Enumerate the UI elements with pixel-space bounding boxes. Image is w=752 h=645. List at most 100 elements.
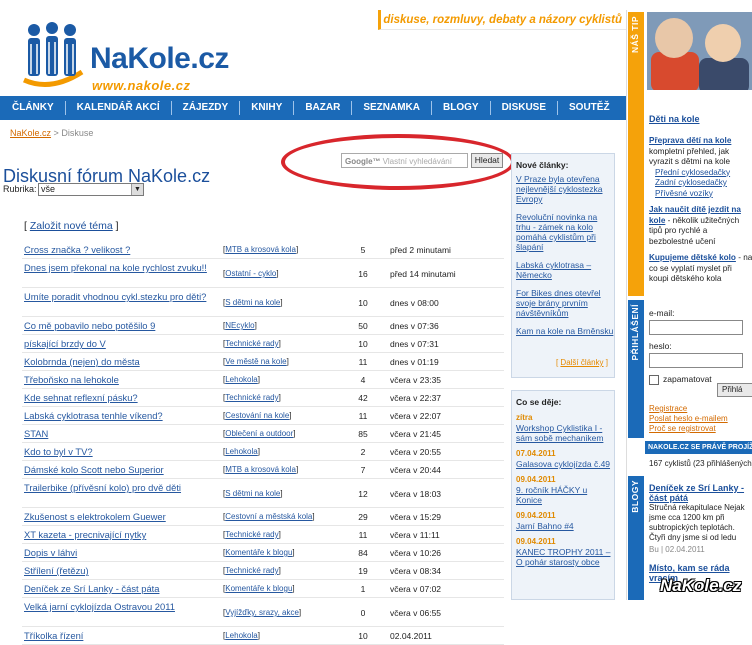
- topic-title-link[interactable]: Cross značka ? velikost ?: [24, 244, 214, 255]
- topic-title-link[interactable]: Kde sehnat reflexní pásku?: [24, 392, 214, 403]
- children-photo: [647, 12, 752, 90]
- why-register-link[interactable]: Proč se registrovat: [649, 424, 728, 434]
- topic-category-link[interactable]: Komentáře k blogu: [225, 548, 292, 557]
- topic-category-link[interactable]: MTB a krosová kola: [225, 245, 296, 254]
- rubrika-label: Rubrika:: [3, 184, 37, 194]
- topic-title-link[interactable]: Kdo to byl v TV?: [24, 446, 214, 457]
- more-articles-link[interactable]: Další články: [560, 358, 603, 367]
- topic-category-link[interactable]: MTB a krosová kola: [225, 465, 296, 474]
- topic-reply-count: 85: [358, 429, 368, 439]
- remember-checkbox[interactable]: [649, 374, 659, 385]
- email-label: e-mail:: [649, 308, 675, 318]
- topic-title-link[interactable]: Třeboňsko na lehokole: [24, 374, 214, 385]
- table-row: Dámské kolo Scott nebo Superior [MTB a kr…: [22, 461, 504, 479]
- site-logo[interactable]: NaKole.cz www.nakole.cz: [16, 20, 246, 93]
- topic-category-link[interactable]: NEcyklo: [225, 321, 254, 330]
- new-topic-link[interactable]: Založit nové téma: [30, 220, 113, 232]
- new-articles-box: Nové články: V Praze byla otevřena nejle…: [511, 153, 615, 378]
- topic-title-link[interactable]: Dnes jsem překonal na kole rychlost zvuk…: [24, 262, 214, 273]
- topic-reply-count: 10: [358, 298, 368, 308]
- topic-category-link[interactable]: Lehokola: [225, 375, 257, 384]
- nav-bazar[interactable]: BAZAR: [294, 101, 353, 115]
- rubrika-select[interactable]: vše ▼: [38, 183, 144, 196]
- nav-zajezdy[interactable]: ZÁJEZDY: [172, 101, 241, 115]
- register-link[interactable]: Registrace: [649, 404, 728, 414]
- topic-category-link[interactable]: Ve městě na kole: [225, 357, 286, 366]
- topic-title-link[interactable]: Trailerbike (přívěsní kolo) pro dvě děti: [24, 482, 214, 493]
- topic-reply-count: 11: [358, 530, 368, 540]
- blog-title-link[interactable]: Deníček ze Srí Lanky - část pátá: [649, 483, 752, 503]
- login-form: e-mail: heslo: zapamatovat Přihlá Regist…: [649, 308, 752, 433]
- topic-last-post-time: včera v 06:55: [390, 608, 442, 618]
- table-row: Co mě pobavilo nebo potěšilo 9 [NEcyklo] 5…: [22, 317, 504, 335]
- article-link[interactable]: Kam na kole na Brněnsku: [516, 326, 614, 336]
- topic-title-link[interactable]: Dopis v láhvi: [24, 547, 214, 558]
- article-link[interactable]: V Praze byla otevřena nejlevnější cyklos…: [516, 174, 614, 204]
- event-date: 09.04.2011: [516, 537, 556, 546]
- tip-item-link[interactable]: Přeprava dětí na kole: [649, 136, 731, 145]
- breadcrumb-home-link[interactable]: NaKole.cz: [10, 128, 51, 138]
- nav-seznamka[interactable]: SEZNAMKA: [352, 101, 432, 115]
- event-link[interactable]: Jarní Bahno #4: [516, 521, 614, 531]
- topic-title-link[interactable]: Střílení (řetězu): [24, 565, 214, 576]
- email-field[interactable]: [649, 320, 743, 335]
- topic-title-link[interactable]: Tříkolka řízení: [24, 630, 214, 641]
- nav-knihy[interactable]: KNIHY: [240, 101, 295, 115]
- table-row: Deníček ze Srí Lanky - část páta [Komentá…: [22, 580, 504, 598]
- topic-category-link[interactable]: Vyjížďky, srazy, akce: [225, 608, 299, 617]
- nav-soutez[interactable]: SOUTĚŽ: [558, 101, 621, 115]
- nav-kalendar-akci[interactable]: KALENDÁŘ AKCÍ: [66, 101, 172, 115]
- topic-category-link[interactable]: S dětmi na kole: [225, 298, 280, 307]
- topic-category-link[interactable]: Oblečení a outdoor: [225, 429, 293, 438]
- topic-title-link[interactable]: Zkušenost s elektrokolem Guewer: [24, 511, 214, 522]
- topic-title-link[interactable]: Umíte poradit vhodnou cykl.stezku pro dě…: [24, 291, 214, 302]
- topic-reply-count: 42: [358, 393, 368, 403]
- tip-item-text: kompletní přehled, jak vyrazit s dětmi n…: [649, 146, 730, 167]
- topic-category: [Cestovní a městská kola]: [223, 512, 315, 521]
- topic-title-link[interactable]: Labská cyklotrasa tenhle víkend?: [24, 410, 214, 421]
- send-password-link[interactable]: Poslat heslo e-mailem: [649, 414, 728, 424]
- topic-category-link[interactable]: Lehokola: [225, 631, 257, 640]
- tip-sub-link[interactable]: Přívěsné vozíky: [649, 189, 713, 198]
- topic-title-link[interactable]: pískající brzdy do V: [24, 338, 214, 349]
- topic-category-link[interactable]: Technické rady: [225, 339, 278, 348]
- topic-title-link[interactable]: Co mě pobavilo nebo potěšilo 9: [24, 320, 214, 331]
- nav-blogy[interactable]: BLOGY: [432, 101, 491, 115]
- tip-title[interactable]: Děti na kole: [649, 114, 700, 124]
- tip-sub-link[interactable]: Přední cyklosedačky: [649, 168, 730, 177]
- topic-category-link[interactable]: Technické rady: [225, 530, 278, 539]
- password-field[interactable]: [649, 353, 743, 368]
- topic-title-link[interactable]: Velká jarní cyklojízda Ostravou 2011: [24, 601, 214, 612]
- new-topic: [ Založit nové téma ]: [24, 220, 119, 232]
- topic-title-link[interactable]: Kolobrnda (nejen) do města: [24, 356, 214, 367]
- event-link[interactable]: Galasova cyklojízda č.49: [516, 459, 614, 469]
- event-link[interactable]: Workshop Cyklistika I - sám sobě mechani…: [516, 423, 614, 443]
- topic-title-link[interactable]: Dámské kolo Scott nebo Superior: [24, 464, 214, 475]
- article-link[interactable]: For Bikes dnes otevřel svoje brány první…: [516, 288, 614, 318]
- topic-category-link[interactable]: Lehokola: [225, 447, 257, 456]
- topic-title-link[interactable]: Deníček ze Srí Lanky - část páta: [24, 583, 214, 594]
- topic-category-link[interactable]: Technické rady: [225, 566, 278, 575]
- topic-category-link[interactable]: Technické rady: [225, 393, 278, 402]
- event-link[interactable]: 9. ročník HÁČKY u Konice: [516, 485, 614, 505]
- forum-topic-table: Cross značka ? velikost ? [MTB a krosová …: [22, 241, 504, 645]
- tip-sub-link[interactable]: Zadní cyklosedačky: [649, 178, 727, 187]
- tip-label: NÁŠ TIP: [630, 16, 640, 54]
- topic-reply-count: 7: [360, 465, 366, 475]
- article-link[interactable]: Labská cyklotrasa – Německo: [516, 260, 614, 280]
- topic-category-link[interactable]: Ostatní - cyklo: [225, 269, 276, 278]
- topic-title-link[interactable]: STAN: [24, 428, 214, 439]
- topic-category: [Technické rady]: [223, 530, 281, 539]
- nav-clanky[interactable]: ČLÁNKY: [0, 101, 66, 115]
- breadcrumb: NaKole.cz > Diskuse: [10, 128, 93, 138]
- topic-category-link[interactable]: Komentáře k blogu: [225, 584, 292, 593]
- event-link[interactable]: KANEC TROPHY 2011 – O pohár starosty obc…: [516, 547, 614, 567]
- tip-item-link[interactable]: Kupujeme dětské kolo: [649, 253, 736, 262]
- topic-category-link[interactable]: Cestování na kole: [225, 411, 289, 420]
- topic-title-link[interactable]: XT kazeta - precnivající nytky: [24, 529, 214, 540]
- topic-category-link[interactable]: Cestovní a městská kola: [225, 512, 312, 521]
- article-link[interactable]: Revoluční novinka na trhu - zámek na kol…: [516, 212, 614, 252]
- login-button[interactable]: Přihlá: [717, 383, 752, 397]
- nav-diskuse[interactable]: DISKUSE: [491, 101, 559, 115]
- topic-category-link[interactable]: S dětmi na kole: [225, 489, 280, 498]
